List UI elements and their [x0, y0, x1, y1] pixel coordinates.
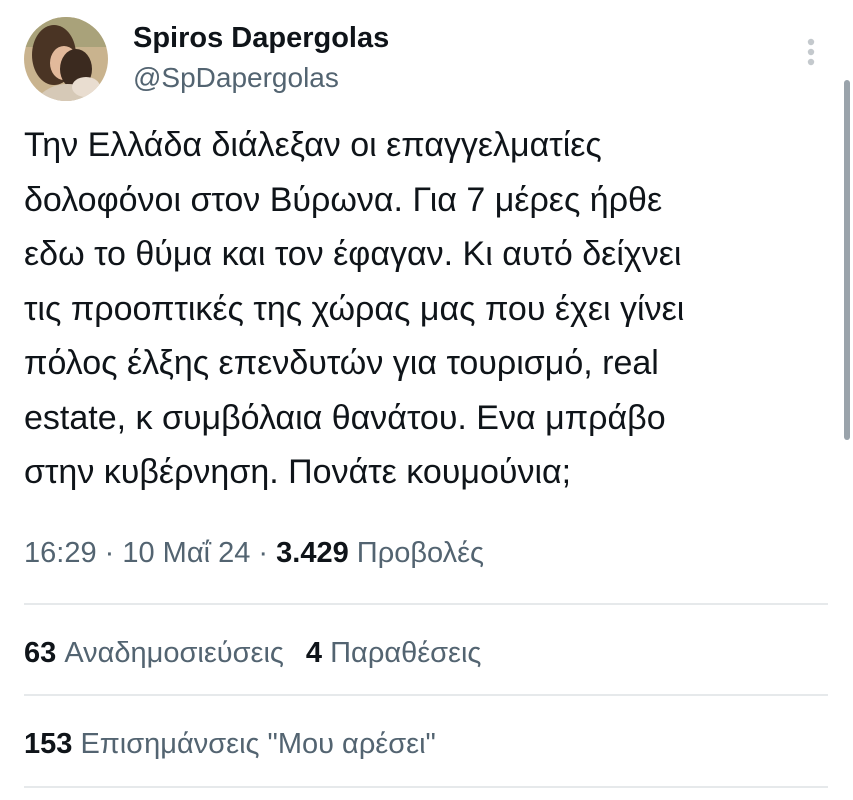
quotes-label: Παραθέσεις	[330, 637, 482, 669]
likes-label: Επισημάνσεις "Μου αρέσει"	[80, 728, 436, 760]
likes-stat[interactable]: 153 Επισημάνσεις "Μου αρέσει"	[24, 728, 436, 760]
divider	[24, 694, 828, 696]
tweet-time[interactable]: 16:29	[24, 537, 97, 569]
scrollbar[interactable]	[844, 80, 850, 440]
reposts-stat[interactable]: 63 Αναδημοσιεύσεις	[24, 637, 284, 669]
tweet-meta: 16:29 · 10 Μαΐ 24 · 3.429 Προβολές	[24, 533, 484, 573]
author-name[interactable]: Spiros Dapergolas	[133, 20, 389, 56]
avatar-image	[24, 17, 108, 101]
divider	[24, 786, 828, 788]
author-handle[interactable]: @SpDapergolas	[133, 60, 339, 96]
avatar[interactable]	[24, 17, 108, 101]
likes-count: 153	[24, 728, 73, 760]
tweet-text: Την Ελλάδα διάλεξαν οι επαγγελματίες δολ…	[24, 126, 685, 491]
reposts-count: 63	[24, 637, 57, 669]
views-label: Προβολές	[356, 537, 485, 569]
quotes-count: 4	[305, 637, 323, 669]
more-options-button[interactable]	[796, 34, 826, 74]
more-vertical-icon	[807, 38, 815, 66]
stats-row-reposts: 63 Αναδημοσιεύσεις 4 Παραθέσεις	[24, 633, 481, 673]
meta-separator: ·	[250, 537, 277, 569]
tweet-date[interactable]: 10 Μαΐ 24	[122, 537, 250, 569]
meta-separator: ·	[96, 537, 123, 569]
reposts-label: Αναδημοσιεύσεις	[64, 637, 284, 669]
views-count: 3.429	[276, 537, 349, 569]
stats-row-likes: 153 Επισημάνσεις "Μου αρέσει"	[24, 724, 436, 764]
divider	[24, 603, 828, 605]
quotes-stat[interactable]: 4 Παραθέσεις	[306, 637, 481, 669]
